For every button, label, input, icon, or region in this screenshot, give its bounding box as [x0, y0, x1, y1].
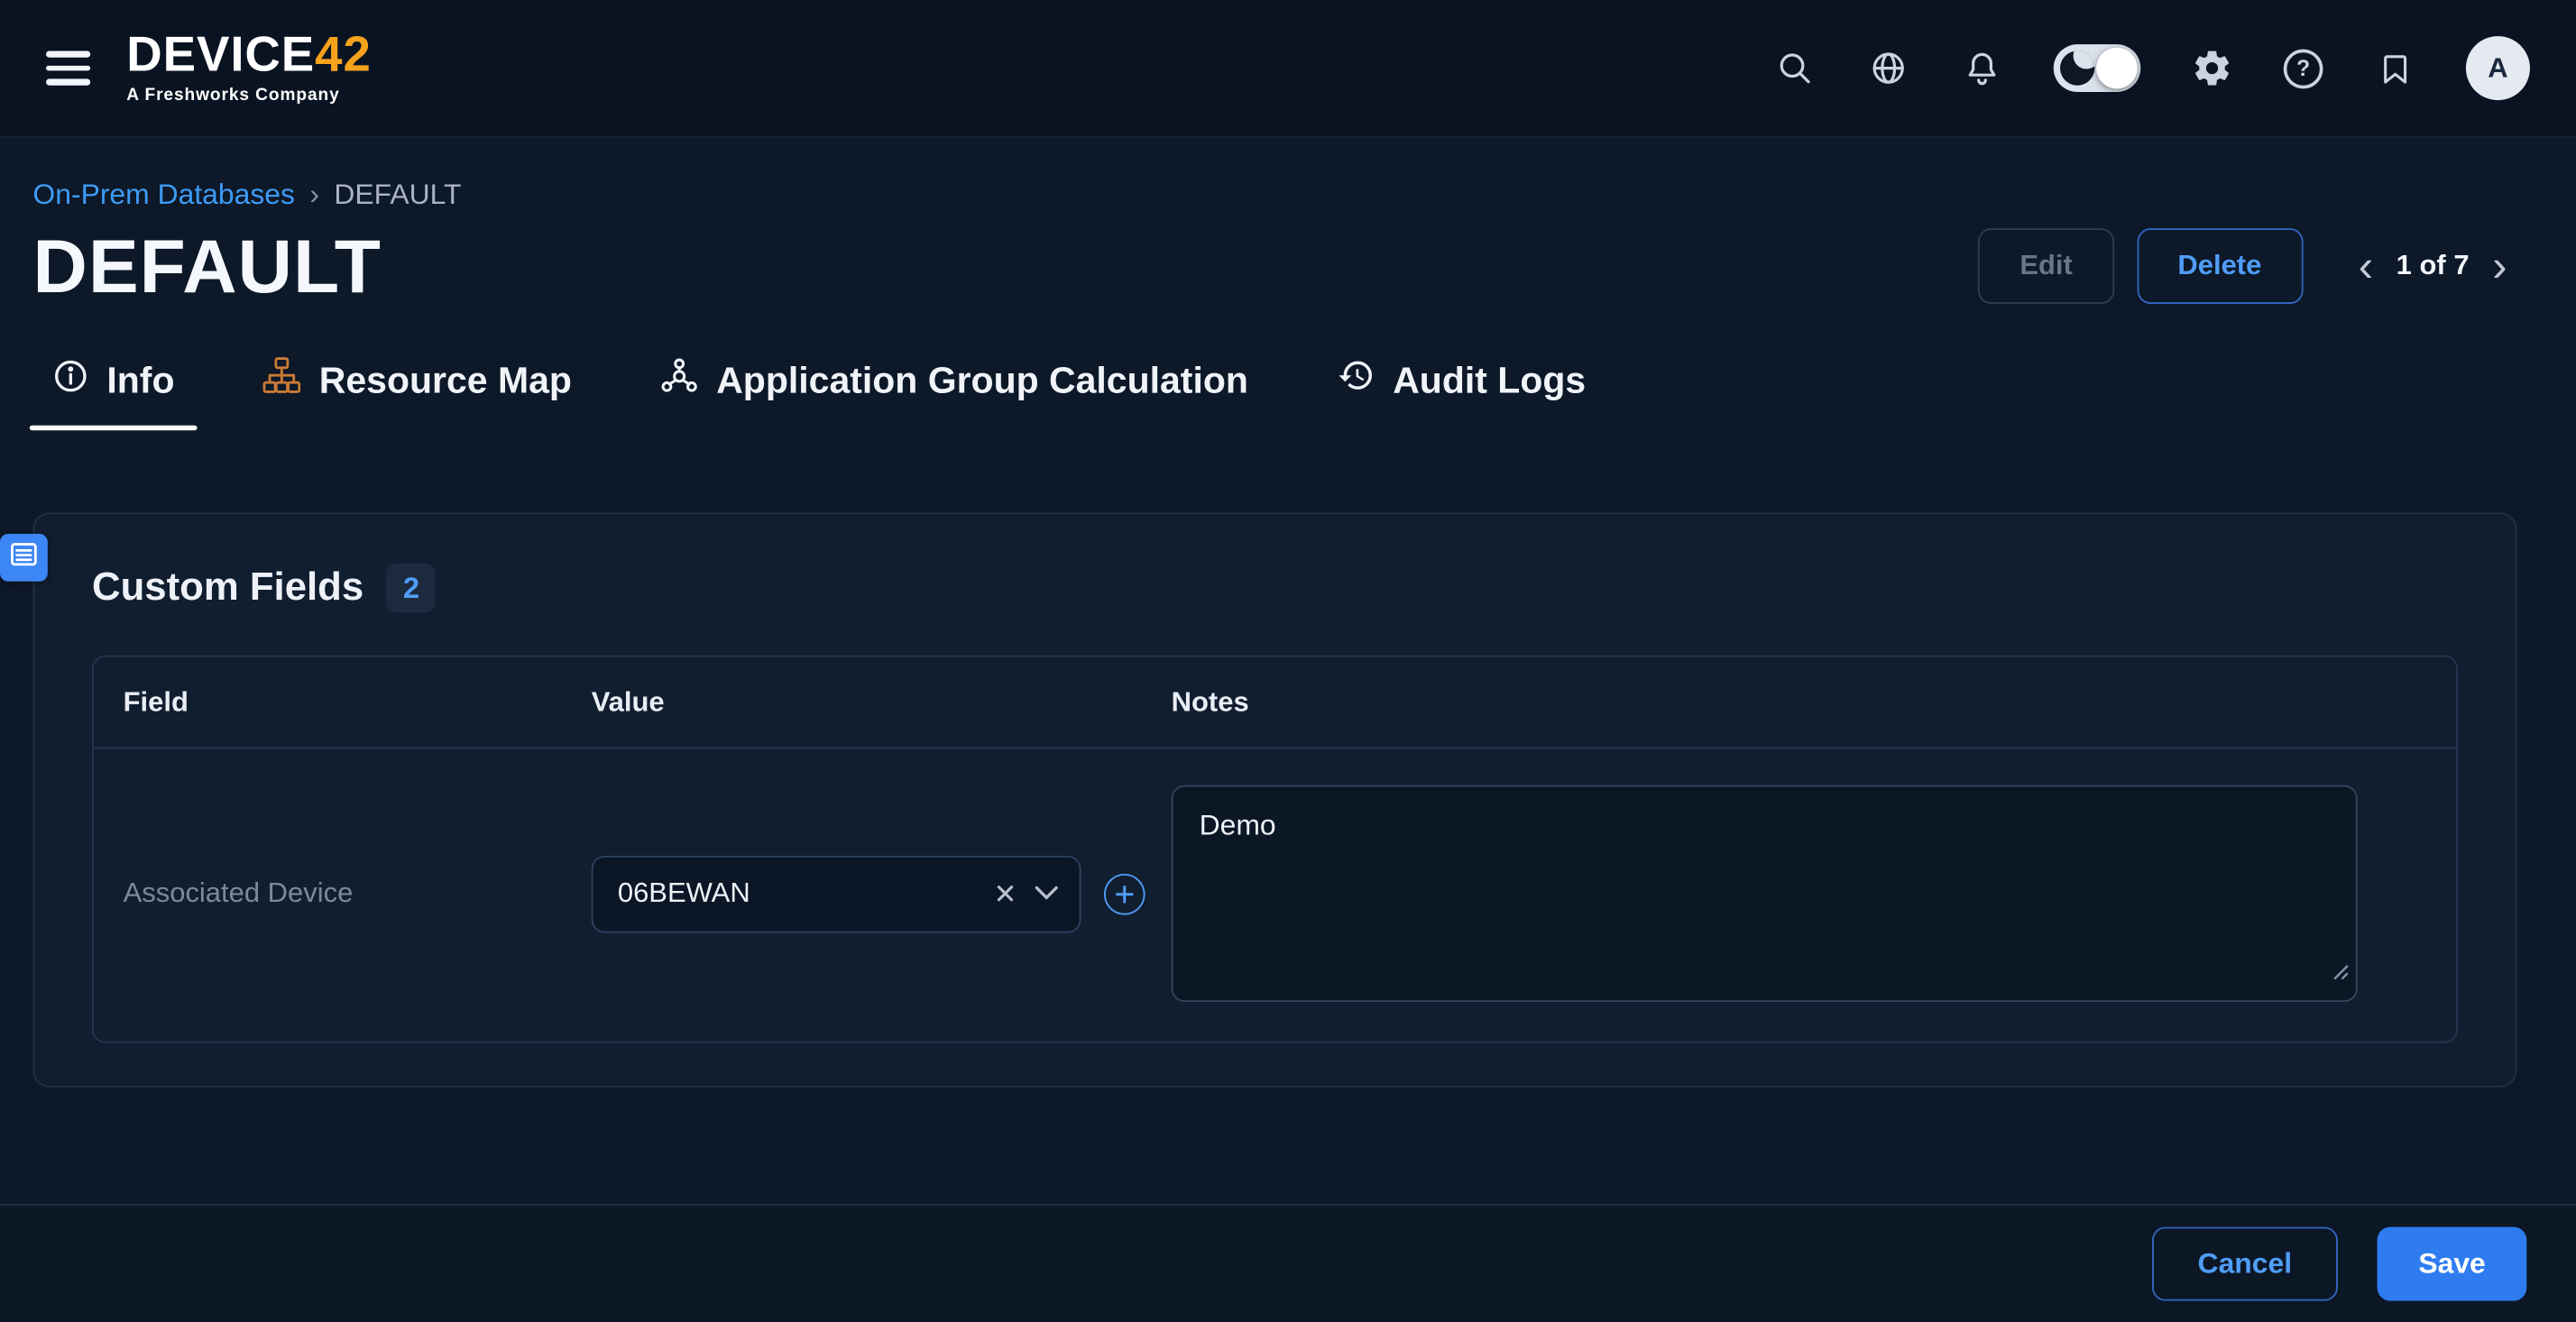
info-icon [52, 357, 88, 403]
value-cell: 06BEWAN ✕ [592, 855, 1172, 932]
app-window: DEVICE42 A Freshworks Company ? [0, 0, 2576, 1322]
tab-info[interactable]: Info [46, 356, 181, 430]
page-header: On-Prem Databases › DEFAULT DEFAULT Edit… [0, 138, 2576, 310]
breadcrumb-parent-link[interactable]: On-Prem Databases [32, 178, 295, 212]
top-navigation-bar: DEVICE42 A Freshworks Company ? [0, 0, 2576, 138]
associated-device-select[interactable]: 06BEWAN ✕ [592, 855, 1081, 932]
notes-textarea[interactable]: Demo [1172, 785, 2358, 1002]
user-avatar[interactable]: A [2466, 36, 2530, 100]
breadcrumb-current: DEFAULT [334, 178, 461, 212]
avatar-initial: A [2488, 51, 2507, 84]
chevron-down-icon [1035, 878, 1057, 908]
tab-resource-map[interactable]: Resource Map [257, 356, 579, 430]
brand-subtitle: A Freshworks Company [126, 87, 372, 105]
tab-label: Application Group Calculation [716, 359, 1248, 401]
selected-value: 06BEWAN [618, 877, 976, 910]
table-header-row: Field Value Notes [94, 657, 2456, 749]
brand-logo[interactable]: DEVICE42 A Freshworks Company [126, 32, 372, 105]
globe-icon[interactable] [1866, 46, 1910, 90]
field-name-label: Associated Device [124, 877, 592, 910]
dark-mode-toggle[interactable] [2054, 44, 2141, 92]
tab-label: Info [106, 359, 174, 401]
list-panel-icon [10, 539, 38, 575]
record-pagination: ‹ 1 of 7 › [2355, 243, 2510, 288]
page-title: DEFAULT [32, 222, 381, 310]
breadcrumb: On-Prem Databases › DEFAULT [32, 178, 2510, 212]
sitemap-icon [263, 356, 301, 404]
clear-selection-icon[interactable]: ✕ [993, 879, 1017, 907]
title-row: DEFAULT Edit Delete ‹ 1 of 7 › [32, 222, 2510, 310]
settings-gear-icon[interactable] [2190, 46, 2234, 90]
column-header-field: Field [124, 685, 592, 718]
cancel-button[interactable]: Cancel [2152, 1227, 2339, 1301]
tab-label: Audit Logs [1393, 359, 1586, 401]
custom-fields-count-badge: 2 [387, 564, 437, 613]
brand-name: DEVICE42 [126, 32, 372, 81]
next-record-button[interactable]: › [2489, 243, 2510, 288]
column-header-value: Value [592, 685, 1172, 718]
breadcrumb-separator: › [309, 178, 319, 212]
previous-record-button[interactable]: ‹ [2355, 243, 2377, 288]
help-glyph: ? [2296, 56, 2310, 80]
table-row: Associated Device 06BEWAN ✕ Demo [94, 749, 2456, 1042]
add-device-button[interactable] [1104, 873, 1145, 914]
custom-fields-title: Custom Fields [92, 565, 363, 611]
tab-application-group-calculation[interactable]: Application Group Calculation [654, 356, 1255, 430]
hamburger-menu-icon[interactable] [46, 51, 90, 85]
notes-cell: Demo [1172, 785, 2358, 1002]
tab-label: Resource Map [319, 359, 572, 401]
column-header-notes: Notes [1172, 685, 2427, 718]
notifications-bell-icon[interactable] [1960, 46, 2004, 90]
history-icon [1337, 356, 1375, 404]
pagination-label: 1 of 7 [2397, 250, 2470, 282]
toggle-knob [2096, 48, 2138, 89]
footer-action-bar: Cancel Save [0, 1204, 2576, 1322]
moon-icon [2060, 50, 2094, 85]
help-icon[interactable]: ? [2284, 49, 2323, 88]
calculation-nodes-icon [660, 356, 698, 404]
search-icon[interactable] [1772, 46, 1817, 90]
header-actions: Edit Delete ‹ 1 of 7 › [1979, 228, 2510, 304]
custom-fields-table: Field Value Notes Associated Device 06BE… [92, 656, 2458, 1043]
custom-fields-card: Custom Fields 2 Field Value Notes Associ… [32, 512, 2516, 1087]
custom-fields-header: Custom Fields 2 [92, 564, 2458, 613]
topbar-actions: ? A [1772, 36, 2530, 100]
bookmark-icon[interactable] [2372, 46, 2416, 90]
detail-tabs: Info Resource Map Application Group Calc… [0, 356, 2576, 430]
plus-icon [1116, 885, 1134, 903]
side-panel-toggle-button[interactable] [0, 534, 48, 582]
tab-audit-logs[interactable]: Audit Logs [1330, 356, 1592, 430]
brand-accent: 42 [315, 28, 372, 82]
edit-button[interactable]: Edit [1979, 228, 2114, 304]
delete-button[interactable]: Delete [2137, 228, 2303, 304]
save-button[interactable]: Save [2378, 1227, 2527, 1301]
